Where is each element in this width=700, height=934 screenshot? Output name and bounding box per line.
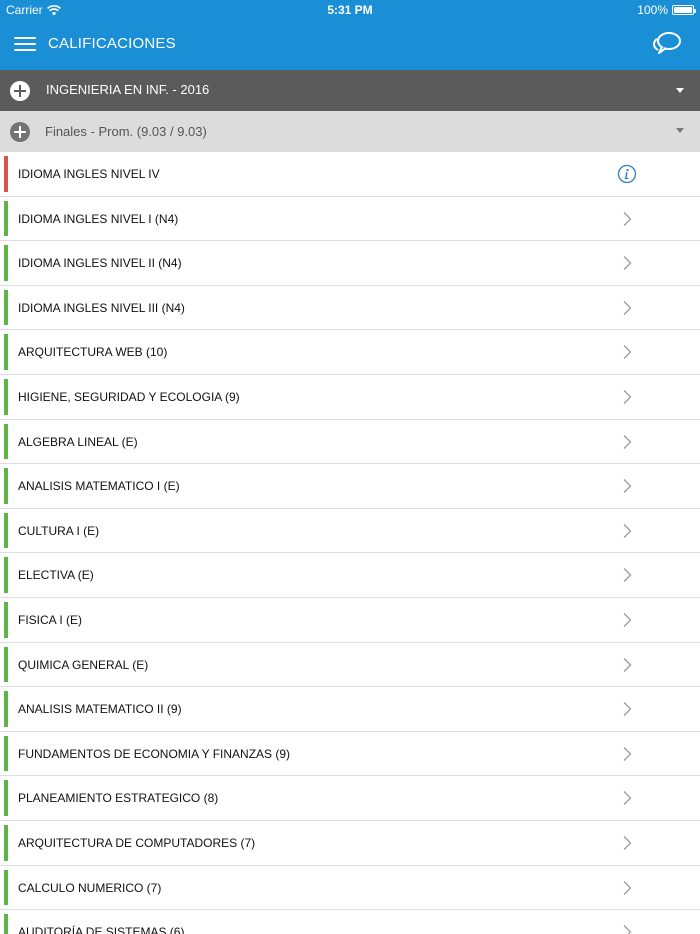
status-bar-passed xyxy=(4,735,8,772)
subject-name: ANALISIS MATEMATICO I (E) xyxy=(18,479,180,494)
subject-name: ARQUITECTURA WEB (10) xyxy=(18,345,168,360)
status-bar-passed xyxy=(4,334,8,370)
subject-name: IDIOMA INGLES NIVEL II (N4) xyxy=(18,256,182,271)
status-bar-passed xyxy=(4,245,8,281)
subject-row[interactable]: AUDITORÍA DE SISTEMAS (6) xyxy=(0,910,700,934)
subject-row[interactable]: ELECTIVA (E) xyxy=(0,553,700,598)
chevron-right-icon xyxy=(621,701,633,717)
chat-button[interactable] xyxy=(652,31,682,57)
career-selector[interactable]: INGENIERIA EN INF. - 2016 xyxy=(0,70,700,111)
subject-name: PLANEAMIENTO ESTRATEGICO (8) xyxy=(18,791,219,806)
finals-average-label: Finales - Prom. (9.03 / 9.03) xyxy=(45,124,207,139)
status-bar-failed xyxy=(4,156,8,192)
subject-name: FUNDAMENTOS DE ECONOMIA Y FINANZAS (9) xyxy=(18,746,291,761)
dropdown-caret-icon xyxy=(676,88,684,93)
subject-row[interactable]: IDIOMA INGLES NIVEL IV xyxy=(0,152,700,197)
subject-row[interactable]: QUIMICA GENERAL (E) xyxy=(0,642,700,688)
subject-name: QUIMICA GENERAL (E) xyxy=(18,657,149,672)
info-icon[interactable] xyxy=(617,164,637,184)
status-bar-passed xyxy=(4,512,8,549)
subject-name: CULTURA I (E) xyxy=(18,523,100,538)
chevron-right-icon xyxy=(621,211,633,227)
status-bar-passed xyxy=(4,601,8,638)
subject-name: IDIOMA INGLES NIVEL I (N4) xyxy=(18,211,179,226)
subject-row[interactable]: IDIOMA INGLES NIVEL I (N4) xyxy=(0,196,700,242)
subject-row[interactable]: HIGIENE, SEGURIDAD Y ECOLOGIA (9) xyxy=(0,374,700,420)
chevron-right-icon xyxy=(621,478,633,494)
chevron-right-icon xyxy=(621,344,633,360)
dropdown-caret-icon xyxy=(676,128,684,133)
finals-section-header[interactable]: Finales - Prom. (9.03 / 9.03) xyxy=(0,111,700,152)
subject-name: AUDITORÍA DE SISTEMAS (6) xyxy=(18,925,185,934)
status-bar: Carrier 5:31 PM 100% xyxy=(0,0,700,20)
status-bar-passed xyxy=(4,423,8,460)
chevron-right-icon xyxy=(621,924,633,934)
subject-row[interactable]: ANALISIS MATEMATICO II (9) xyxy=(0,687,700,732)
expand-plus-icon[interactable] xyxy=(10,81,30,101)
page-title: CALIFICACIONES xyxy=(48,35,176,52)
status-bar-passed xyxy=(4,468,8,504)
status-bar-passed xyxy=(4,289,8,326)
subject-name: HIGIENE, SEGURIDAD Y ECOLOGIA (9) xyxy=(18,389,240,404)
subject-name: ALGEBRA LINEAL (E) xyxy=(18,434,138,449)
subject-name: ANALISIS MATEMATICO II (9) xyxy=(18,702,182,717)
status-bar-passed xyxy=(4,780,8,816)
chevron-right-icon xyxy=(621,255,633,271)
subject-name: FISICA I (E) xyxy=(18,612,83,627)
chevron-right-icon xyxy=(621,790,633,806)
chevron-right-icon xyxy=(621,657,633,673)
clock: 5:31 PM xyxy=(327,3,373,17)
expand-plus-icon[interactable] xyxy=(10,122,30,142)
chevron-right-icon xyxy=(621,567,633,583)
chat-bubbles-icon xyxy=(653,32,681,54)
status-bar-passed xyxy=(4,646,8,683)
status-bar-passed xyxy=(4,378,8,415)
subject-name: ARQUITECTURA DE COMPUTADORES (7) xyxy=(18,835,256,850)
subject-row[interactable]: FISICA I (E) xyxy=(0,597,700,643)
subject-name: IDIOMA INGLES NIVEL III (N4) xyxy=(18,300,185,315)
subject-list: IDIOMA INGLES NIVEL IV IDIOMA INGLES NIVE… xyxy=(0,152,700,934)
status-bar-passed xyxy=(4,557,8,593)
status-bar-passed xyxy=(4,824,8,861)
battery-percent: 100% xyxy=(637,3,668,17)
chevron-right-icon xyxy=(621,434,633,450)
chevron-right-icon xyxy=(621,880,633,896)
subject-row[interactable]: IDIOMA INGLES NIVEL II (N4) xyxy=(0,241,700,286)
subject-row[interactable]: CULTURA I (E) xyxy=(0,508,700,554)
battery-icon xyxy=(672,5,696,15)
subject-name: CALCULO NUMERICO (7) xyxy=(18,880,162,895)
hamburger-menu-button[interactable] xyxy=(14,34,36,56)
chevron-right-icon xyxy=(621,389,633,405)
subject-row[interactable]: CALCULO NUMERICO (7) xyxy=(0,865,700,911)
chevron-right-icon xyxy=(621,523,633,539)
subject-row[interactable]: PLANEAMIENTO ESTRATEGICO (8) xyxy=(0,776,700,821)
status-bar-passed xyxy=(4,200,8,237)
status-bar-passed xyxy=(4,914,8,934)
chevron-right-icon xyxy=(621,300,633,316)
subject-row[interactable]: FUNDAMENTOS DE ECONOMIA Y FINANZAS (9) xyxy=(0,731,700,777)
chevron-right-icon xyxy=(621,746,633,762)
subject-row[interactable]: ALGEBRA LINEAL (E) xyxy=(0,419,700,465)
battery-indicator: 100% xyxy=(637,3,696,17)
subject-row[interactable]: IDIOMA INGLES NIVEL III (N4) xyxy=(0,285,700,331)
subject-row[interactable]: ARQUITECTURA DE COMPUTADORES (7) xyxy=(0,820,700,866)
subject-name: ELECTIVA (E) xyxy=(18,568,94,583)
career-label: INGENIERIA EN INF. - 2016 xyxy=(46,82,210,97)
navigation-bar: CALIFICACIONES xyxy=(0,20,700,70)
subject-name: IDIOMA INGLES NIVEL IV xyxy=(18,167,160,181)
status-bar-passed xyxy=(4,691,8,727)
subject-row[interactable]: ANALISIS MATEMATICO I (E) xyxy=(0,464,700,509)
chevron-right-icon xyxy=(621,835,633,851)
subject-row[interactable]: ARQUITECTURA WEB (10) xyxy=(0,330,700,375)
chevron-right-icon xyxy=(621,612,633,628)
status-bar-passed xyxy=(4,869,8,906)
